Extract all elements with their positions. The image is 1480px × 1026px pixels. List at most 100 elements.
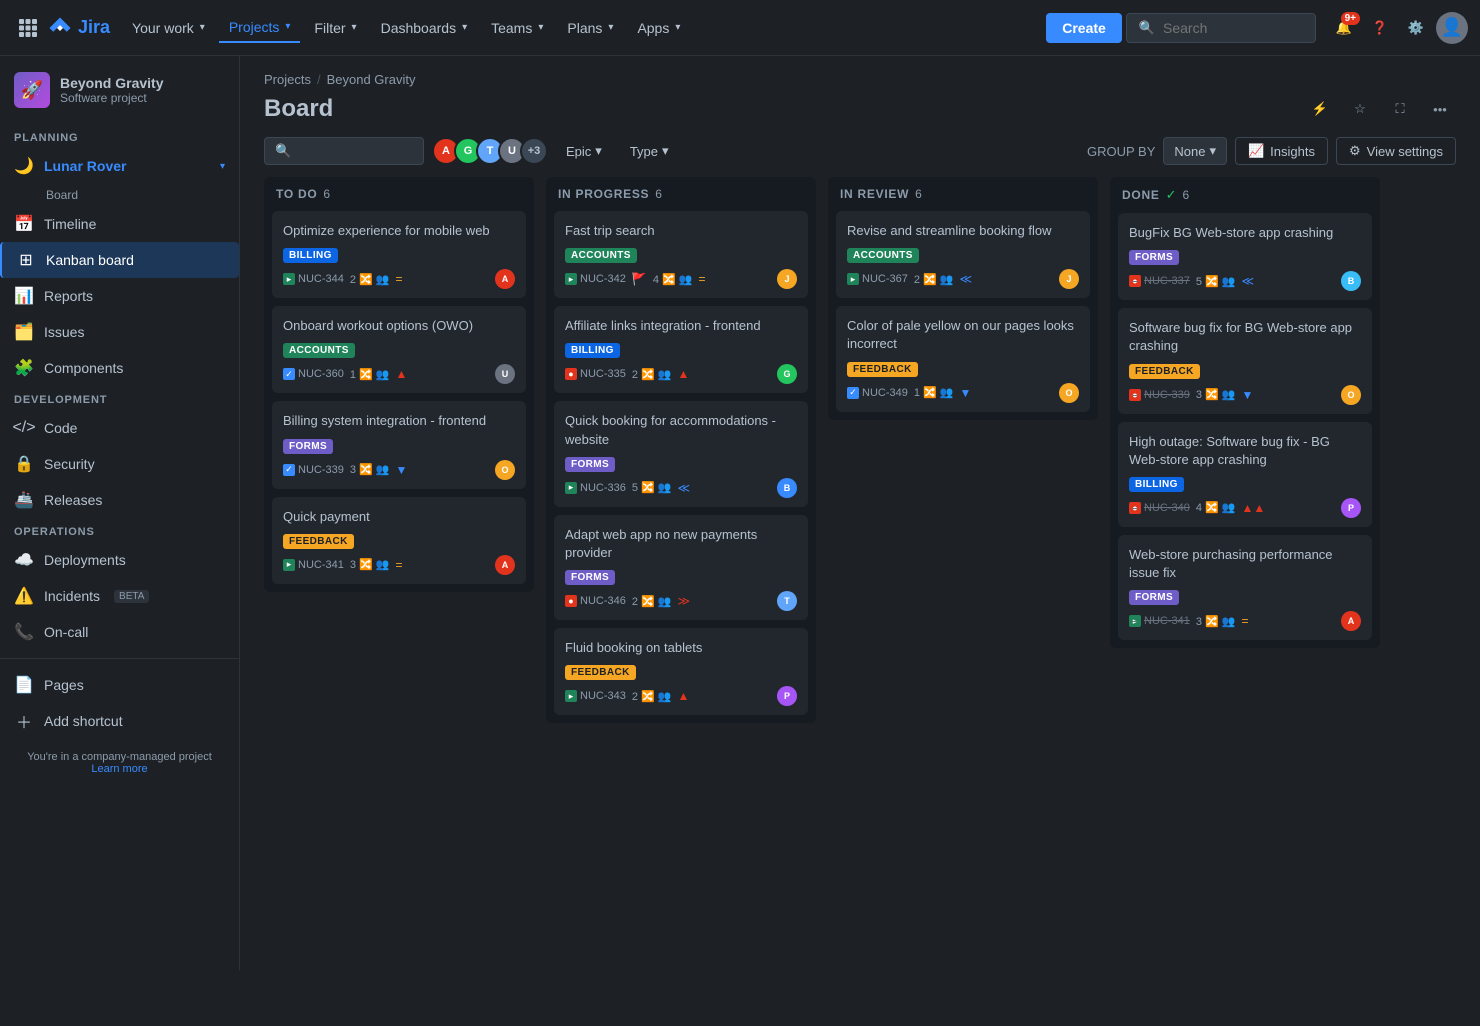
sidebar-item-incidents[interactable]: ⚠️ Incidents BETA: [0, 578, 239, 614]
table-row[interactable]: Billing system integration - frontendFOR…: [272, 401, 526, 488]
table-row[interactable]: Fast trip searchACCOUNTS▸ NUC-342🚩4 🔀 👥=…: [554, 211, 808, 298]
beta-badge: BETA: [114, 590, 149, 603]
sidebar-item-pages[interactable]: 📄 Pages: [0, 667, 239, 703]
settings-button[interactable]: ⚙️: [1400, 12, 1432, 44]
card-label: FORMS: [1129, 590, 1179, 605]
epic-filter[interactable]: Epic ▾: [556, 138, 612, 164]
sidebar-item-oncall[interactable]: 📞 On-call: [0, 614, 239, 650]
kanban-board: TO DO6Optimize experience for mobile web…: [240, 177, 1480, 970]
user-avatar[interactable]: 👤: [1436, 12, 1468, 44]
lightning-button[interactable]: ⚡: [1304, 93, 1336, 125]
view-settings-button[interactable]: ⚙ View settings: [1336, 137, 1456, 165]
filter-menu[interactable]: Filter ▾: [304, 14, 366, 42]
table-row[interactable]: Quick paymentFEEDBACK▸ NUC-3413 🔀 👥=A: [272, 497, 526, 584]
table-row[interactable]: Revise and streamline booking flowACCOUN…: [836, 211, 1090, 298]
sidebar-item-issues[interactable]: 🗂️ Issues: [0, 314, 239, 350]
table-row[interactable]: Optimize experience for mobile webBILLIN…: [272, 211, 526, 298]
card-label: BILLING: [1129, 477, 1184, 492]
column-title: IN REVIEW: [840, 187, 909, 201]
issues-icon: 🗂️: [14, 322, 34, 342]
table-row[interactable]: BugFix BG Web-store app crashingFORMS● N…: [1118, 213, 1372, 300]
table-row[interactable]: Adapt web app no new payments providerFO…: [554, 515, 808, 620]
teams-menu[interactable]: Teams ▾: [481, 14, 553, 42]
table-row[interactable]: Quick booking for accommodations - websi…: [554, 401, 808, 506]
sidebar-item-timeline[interactable]: 📅 Timeline: [0, 206, 239, 242]
grid-icon[interactable]: [12, 12, 44, 44]
breadcrumb-project[interactable]: Beyond Gravity: [327, 72, 416, 87]
column-title: DONE: [1122, 188, 1160, 202]
sidebar-item-deployments[interactable]: ☁️ Deployments: [0, 542, 239, 578]
sidebar-item-reports[interactable]: 📊 Reports: [0, 278, 239, 314]
sidebar-item-lunar-rover[interactable]: 🌙 Lunar Rover ▾: [0, 148, 239, 184]
help-icon: ❓: [1372, 20, 1388, 36]
sidebar-item-code[interactable]: </> Code: [0, 410, 239, 446]
table-row[interactable]: Affiliate links integration - frontendBI…: [554, 306, 808, 393]
card-meta: ● NUC-3404 🔀 👥▲▲P: [1129, 498, 1361, 518]
add-shortcut-label: Add shortcut: [44, 713, 123, 729]
sidebar-item-security[interactable]: 🔒 Security: [0, 446, 239, 482]
card-title: Fluid booking on tablets: [565, 639, 797, 657]
card-title: Fast trip search: [565, 222, 797, 240]
table-row[interactable]: Web-store purchasing performance issue f…: [1118, 535, 1372, 640]
card-id: ● NUC-335: [565, 368, 626, 380]
card-id: ✓ NUC-360: [283, 368, 344, 380]
card-meta: ▸ NUC-3365 🔀 👥≪B: [565, 478, 797, 498]
breadcrumb-separator: /: [317, 72, 321, 87]
more-button[interactable]: •••: [1424, 93, 1456, 125]
fullscreen-button[interactable]: ⛶: [1384, 93, 1416, 125]
none-label: None: [1174, 144, 1205, 159]
sidebar-item-components[interactable]: 🧩 Components: [0, 350, 239, 386]
projects-menu[interactable]: Projects ▾: [219, 13, 301, 43]
sidebar-item-releases[interactable]: 🚢 Releases: [0, 482, 239, 518]
avatars-filter[interactable]: A G T U +3: [432, 137, 548, 165]
notifications-button[interactable]: 🔔 9+: [1328, 12, 1360, 44]
card-stat: 5 🔀 👥: [632, 481, 672, 494]
priority-icon: ▲: [677, 689, 689, 703]
learn-more-link[interactable]: Learn more: [91, 763, 147, 775]
help-button[interactable]: ❓: [1364, 12, 1396, 44]
type-filter[interactable]: Type ▾: [620, 138, 679, 164]
card-label: FEEDBACK: [565, 665, 636, 680]
card-meta: ● NUC-3352 🔀 👥▲G: [565, 364, 797, 384]
dashboards-menu[interactable]: Dashboards ▾: [371, 14, 478, 42]
table-row[interactable]: Color of pale yellow on our pages looks …: [836, 306, 1090, 411]
card-meta: ▸ NUC-3672 🔀 👥≪J: [847, 269, 1079, 289]
table-row[interactable]: High outage: Software bug fix - BG Web-s…: [1118, 422, 1372, 527]
avatar-filter-more[interactable]: +3: [520, 137, 548, 165]
view-settings-label: View settings: [1367, 144, 1443, 159]
column-title: IN PROGRESS: [558, 187, 649, 201]
releases-icon: 🚢: [14, 490, 34, 510]
plans-menu[interactable]: Plans ▾: [557, 14, 623, 42]
priority-icon: =: [1241, 614, 1248, 628]
insights-button[interactable]: 📈 Insights: [1235, 137, 1328, 165]
card-meta: ▸ NUC-3413 🔀 👥=A: [283, 555, 515, 575]
group-by-select[interactable]: None ▾: [1163, 137, 1227, 165]
column-cards-inreview: Revise and streamline booking flowACCOUN…: [828, 211, 1098, 420]
column-cards-todo: Optimize experience for mobile webBILLIN…: [264, 211, 534, 592]
sidebar-item-kanban[interactable]: ⊞ Kanban board: [0, 242, 239, 278]
search-box[interactable]: 🔍: [1126, 13, 1316, 43]
card-meta: ▸ NUC-3432 🔀 👥▲P: [565, 686, 797, 706]
card-title: Color of pale yellow on our pages looks …: [847, 317, 1079, 353]
table-row[interactable]: Onboard workout options (OWO)ACCOUNTS✓ N…: [272, 306, 526, 393]
search-input[interactable]: [1163, 20, 1303, 36]
sidebar-item-add-shortcut[interactable]: ＋ Add shortcut: [0, 703, 239, 739]
board-search-input[interactable]: [297, 144, 413, 159]
reports-label: Reports: [44, 288, 93, 304]
board-search[interactable]: 🔍: [264, 137, 424, 165]
apps-menu[interactable]: Apps ▾: [627, 14, 690, 42]
oncall-label: On-call: [44, 624, 88, 640]
chevron-down-icon: ▾: [220, 161, 225, 172]
table-row[interactable]: Software bug fix for BG Web-store app cr…: [1118, 308, 1372, 413]
create-button[interactable]: Create: [1046, 13, 1122, 43]
development-section-label: DEVELOPMENT: [0, 386, 239, 410]
table-row[interactable]: Fluid booking on tablets FEEDBACK ▸ NUC-34…: [554, 628, 808, 715]
star-button[interactable]: ☆: [1344, 93, 1376, 125]
chevron-down-icon: ▾: [462, 22, 467, 33]
board-column-inprogress: IN PROGRESS6Fast trip searchACCOUNTS▸ NU…: [546, 177, 816, 723]
your-work-menu[interactable]: Your work ▾: [122, 14, 215, 42]
jira-logo[interactable]: Jira: [48, 16, 110, 40]
sidebar-item-board-sub: Board: [32, 184, 239, 206]
breadcrumb-projects[interactable]: Projects: [264, 72, 311, 87]
card-label: FORMS: [565, 457, 615, 472]
